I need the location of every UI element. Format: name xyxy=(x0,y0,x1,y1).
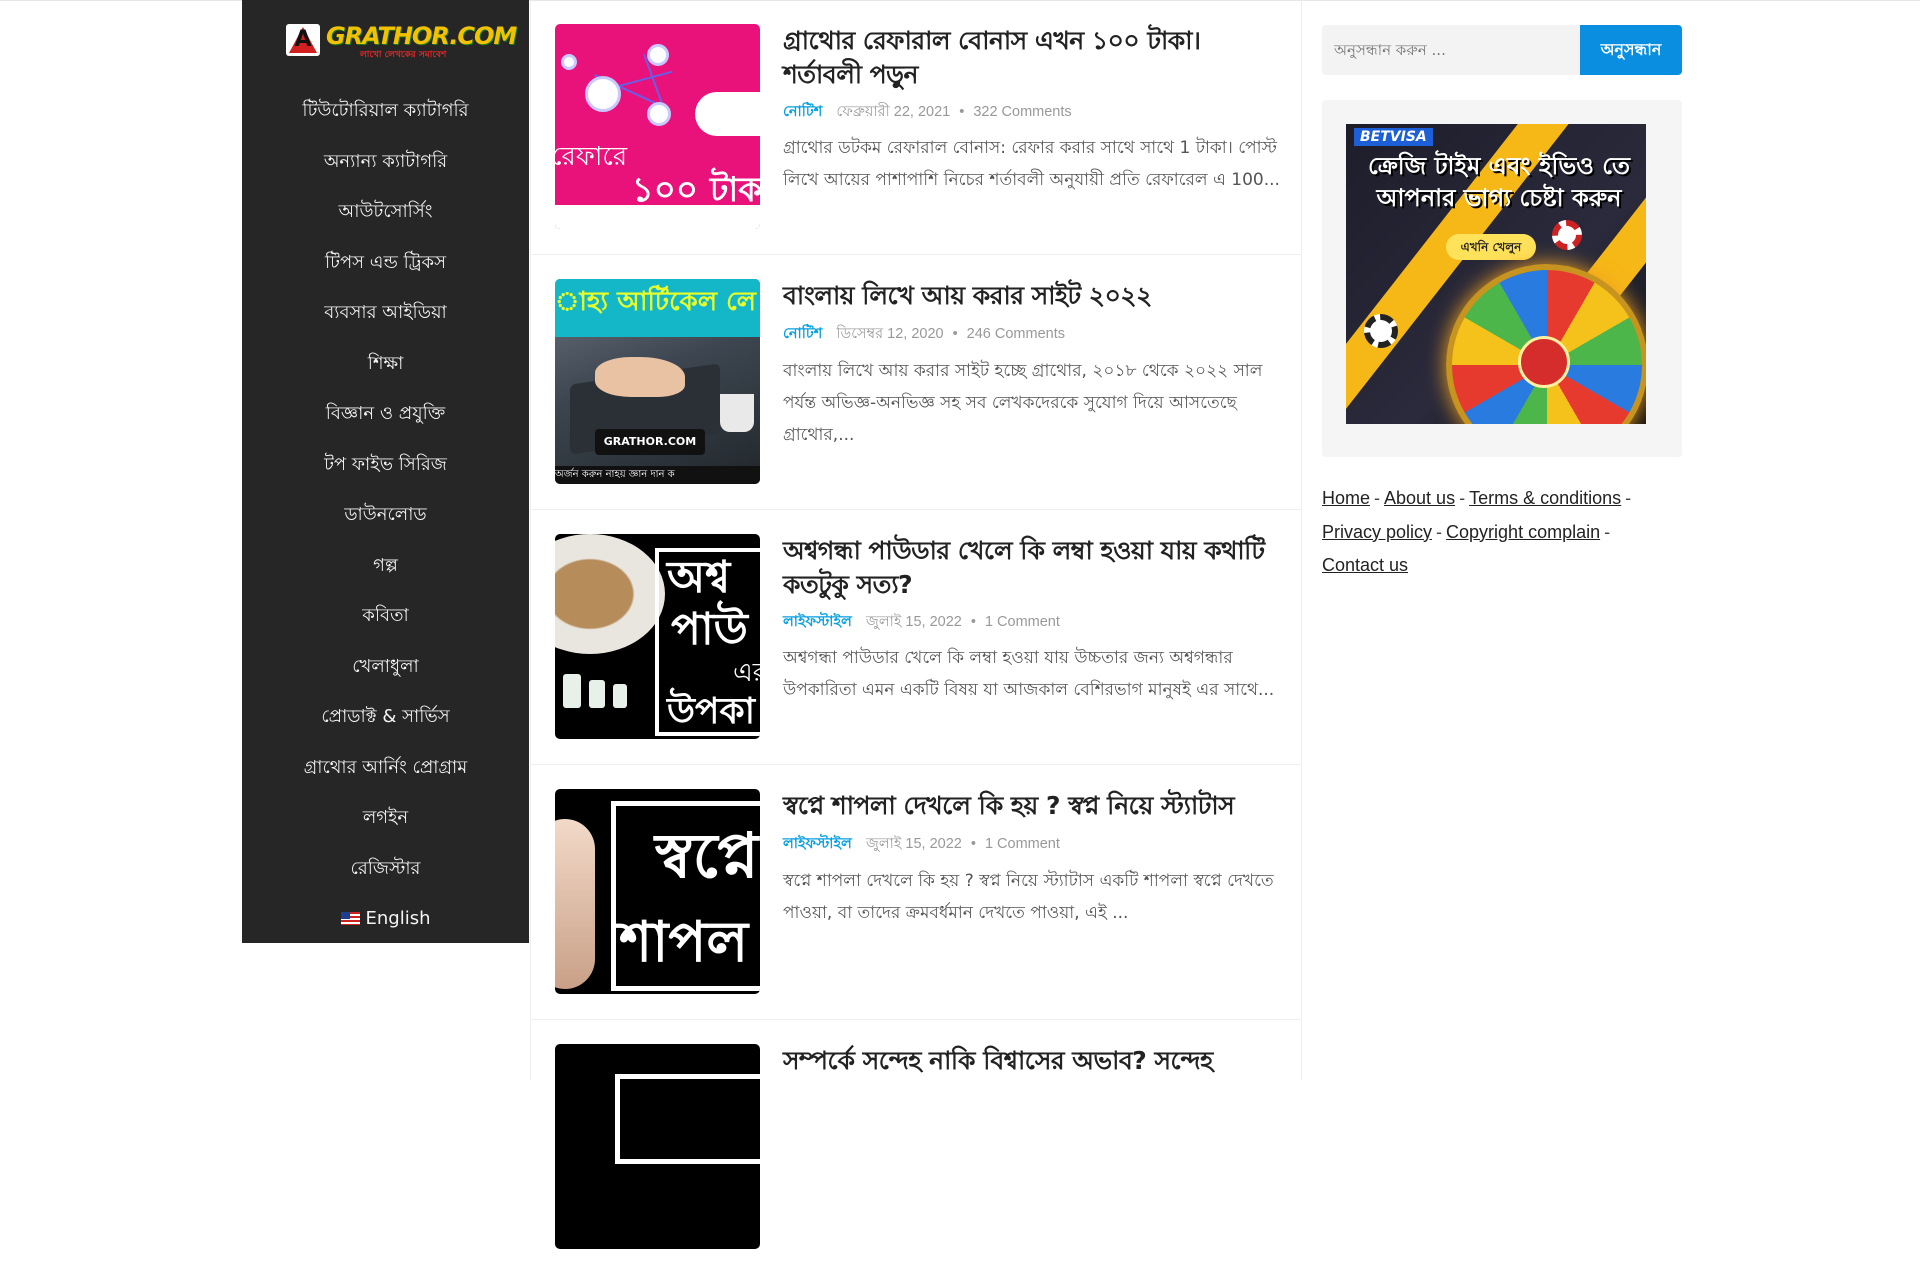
nav-item-products-services[interactable]: প্রোডাক্ট & সার্ভিস xyxy=(242,698,529,749)
post-thumbnail[interactable]: াহ্য আর্টিকেল লে GRATHOR.COM অর্জন করুন … xyxy=(555,279,760,484)
thumb-text: শাপল xyxy=(619,910,749,975)
post-title[interactable]: অশ্বগন্ধা পাউডার খেলে কি লম্বা হওয়া যায… xyxy=(783,534,1283,602)
nav-item-business-ideas[interactable]: ব্যবসার আইডিয়া xyxy=(242,294,529,345)
post-title[interactable]: স্বপ্নে শাপলা দেখলে কি হয় ? স্বপ্ন নিয়… xyxy=(783,789,1283,823)
post-title[interactable]: বাংলায় লিখে আয় করার সাইট ২০২২ xyxy=(783,279,1283,313)
ad-banner[interactable]: BETVISA ক্রেজি টাইম এবং ইভিও তে আপনার ভা… xyxy=(1346,124,1646,424)
post-excerpt: অশ্বগন্ধা পাউডার খেলে কি লম্বা হওয়া যায… xyxy=(783,648,1275,700)
post-thumbnail[interactable]: অশ্ব পাউ এর উপকা xyxy=(555,534,760,739)
thumb-text: রেফারে xyxy=(555,142,628,172)
nav-item-science-tech[interactable]: বিজ্ঞান ও প্রযুক্তি xyxy=(242,395,529,446)
link-about-us[interactable]: About us xyxy=(1384,488,1455,508)
post-comments[interactable]: 1 Comment xyxy=(985,836,1060,852)
nav-item-education[interactable]: শিক্ষা xyxy=(242,345,529,396)
post-excerpt: বাংলায় লিখে আয় করার সাইট হচ্ছে গ্রাথোর… xyxy=(783,361,1263,445)
nav-item-story[interactable]: গল্প xyxy=(242,547,529,598)
nav-item-tutorial-category[interactable]: টিউটোরিয়াল ক্যাটাগরি xyxy=(242,92,529,143)
search-button[interactable]: অনুসন্ধান xyxy=(1580,25,1682,75)
post-title[interactable]: গ্রাথোর রেফারাল বোনাস এখন ১০০ টাকা। শর্ত… xyxy=(783,24,1283,92)
main-nav: টিউটোরিয়াল ক্যাটাগরি অন্যান্য ক্যাটাগরি… xyxy=(242,92,529,951)
post-date: জুলাই 15, 2022 xyxy=(865,836,962,852)
post-category[interactable]: নোটিশ xyxy=(783,326,822,342)
post-meta: লাইফস্টাইল জুলাই 15, 2022 • 1 Comment xyxy=(783,836,1060,852)
post-card: াহ্য আর্টিকেল লে GRATHOR.COM অর্জন করুন … xyxy=(531,255,1301,510)
post-category[interactable]: নোটিশ xyxy=(783,104,822,120)
post-excerpt: স্বপ্নে শাপলা দেখলে কি হয় ? স্বপ্ন নিয়… xyxy=(783,871,1274,923)
footer-links: Home - About us - Terms & conditions - Privacy… xyxy=(1322,488,1632,575)
post-list: রেফারে ১০০ টাক গ্রাথোর রেফারাল বোনাস এখন… xyxy=(530,0,1302,1249)
link-copyright[interactable]: Copyright complain xyxy=(1446,522,1600,542)
thumb-logo: GRATHOR.COM xyxy=(595,429,705,455)
nav-item-poem[interactable]: কবিতা xyxy=(242,597,529,648)
nav-item-login[interactable]: লগইন xyxy=(242,799,529,850)
ad-brand: BETVISA xyxy=(1354,128,1433,146)
nav-item-outsourcing[interactable]: আউটসোর্সিং xyxy=(242,193,529,244)
post-category[interactable]: লাইফস্টাইল xyxy=(783,836,852,852)
post-title[interactable]: সম্পর্কে সন্দেহ নাকি বিশ্বাসের অভাব? সন্… xyxy=(783,1044,1303,1078)
post-excerpt: গ্রাথোর ডটকম রেফারাল বোনাস: রেফার করার স… xyxy=(783,138,1280,190)
logo-mark-icon: A xyxy=(286,24,320,56)
post-date: ফেব্রুয়ারী 22, 2021 xyxy=(836,104,951,120)
link-contact[interactable]: Contact us xyxy=(1322,555,1408,575)
search-form: অনুসন্ধান xyxy=(1322,25,1682,75)
site-logo[interactable]: A GRATHOR.COM লাখো লেখকের সমাবেশ xyxy=(286,22,517,60)
post-comments[interactable]: 1 Comment xyxy=(985,614,1060,630)
post-thumbnail[interactable]: রেফারে ১০০ টাক xyxy=(555,24,760,229)
post-card: সম্পর্কে সন্দেহ নাকি বিশ্বাসের অভাব? সন্… xyxy=(531,1020,1301,1274)
ad-widget: BETVISA ক্রেজি টাইম এবং ইভিও তে আপনার ভা… xyxy=(1322,100,1682,457)
post-card: অশ্ব পাউ এর উপকা অশ্বগন্ধা পাউডার খেলে ক… xyxy=(531,510,1301,765)
us-flag-icon xyxy=(340,912,360,925)
nav-item-sports[interactable]: খেলাধুলা xyxy=(242,648,529,699)
nav-item-register[interactable]: রেজিস্টার xyxy=(242,850,529,901)
post-comments[interactable]: 246 Comments xyxy=(967,326,1065,342)
thumb-text: াহ্য আর্টিকেল লে xyxy=(555,287,757,317)
thumb-text: স্বপ্নে xyxy=(655,819,759,892)
nav-item-earning-program[interactable]: গ্রাথোর আর্নিং প্রোগ্রাম xyxy=(242,749,529,800)
casino-chip-icon xyxy=(1364,314,1398,348)
ad-cta-button[interactable]: এখনি খেলুন xyxy=(1446,234,1536,260)
post-card: রেফারে ১০০ টাক গ্রাথোর রেফারাল বোনাস এখন… xyxy=(531,0,1301,255)
logo-tagline: লাখো লেখকের সমাবেশ xyxy=(360,50,447,60)
link-home[interactable]: Home xyxy=(1322,488,1370,508)
link-privacy[interactable]: Privacy policy xyxy=(1322,522,1432,542)
post-date: জুলাই 15, 2022 xyxy=(865,614,962,630)
link-terms[interactable]: Terms & conditions xyxy=(1469,488,1621,508)
nav-item-tips-tricks[interactable]: টিপস এন্ড ট্রিকস xyxy=(242,244,529,295)
thumb-text: উপকা xyxy=(667,691,756,732)
nav-item-top-five[interactable]: টপ ফাইভ সিরিজ xyxy=(242,446,529,497)
post-card: স্বপ্নে শাপল স্বপ্নে শাপলা দেখলে কি হয় … xyxy=(531,765,1301,1020)
post-thumbnail[interactable] xyxy=(555,1044,760,1249)
post-comments[interactable]: 322 Comments xyxy=(973,104,1071,120)
language-switcher[interactable]: English xyxy=(242,900,529,951)
post-date: ডিসেম্বর 12, 2020 xyxy=(836,326,944,342)
thumb-text: অর্জন করুন নাহয় জ্ঞান দান ক xyxy=(555,466,760,484)
post-meta: নোটিশ ফেব্রুয়ারী 22, 2021 • 322 Comments xyxy=(783,104,1072,120)
nav-item-other-category[interactable]: অন্যান্য ক্যাটাগরি xyxy=(242,143,529,194)
logo-text: GRATHOR.COM xyxy=(326,22,517,50)
post-thumbnail[interactable]: স্বপ্নে শাপল xyxy=(555,789,760,994)
post-meta: লাইফস্টাইল জুলাই 15, 2022 • 1 Comment xyxy=(783,614,1060,630)
language-label: English xyxy=(365,908,431,929)
nav-item-download[interactable]: ডাউনলোড xyxy=(242,496,529,547)
post-category[interactable]: লাইফস্টাইল xyxy=(783,614,852,630)
casino-chip-icon xyxy=(1552,220,1582,250)
ad-headline: ক্রেজি টাইম এবং ইভিও তে আপনার ভাগ্য চেষ্… xyxy=(1367,152,1630,212)
wheel-hub-icon xyxy=(1518,336,1570,388)
search-input[interactable] xyxy=(1322,25,1580,75)
left-sidebar: A GRATHOR.COM লাখো লেখকের সমাবেশ টিউটোরি… xyxy=(242,0,529,943)
post-meta: নোটিশ ডিসেম্বর 12, 2020 • 246 Comments xyxy=(783,326,1065,342)
